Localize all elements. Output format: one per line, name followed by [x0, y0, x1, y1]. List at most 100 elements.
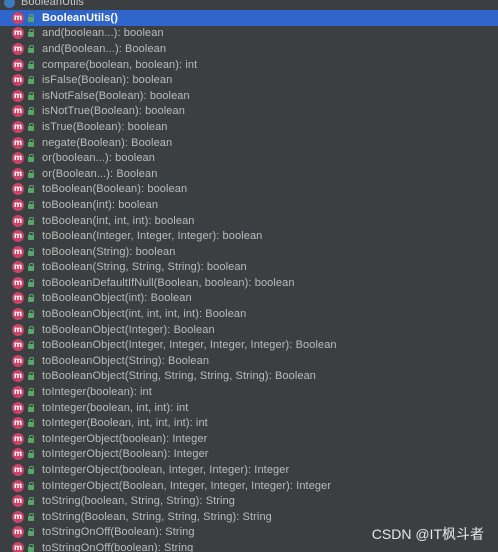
method-icon: m	[12, 323, 24, 336]
member-row[interactable]: m isNotFalse(Boolean): boolean	[0, 88, 498, 104]
member-row[interactable]: m toBooleanDefaultIfNull(Boolean, boolean…	[0, 275, 498, 291]
method-icon: m	[12, 152, 24, 165]
member-row[interactable]: m toBooleanObject(Integer, Integer, Integ…	[0, 337, 498, 353]
member-label: isFalse(Boolean): boolean	[42, 74, 173, 87]
method-icon: m	[12, 198, 24, 211]
method-icon: m	[12, 541, 24, 552]
member-row[interactable]: m toBooleanObject(int): Boolean	[0, 291, 498, 307]
member-list: m BooleanUtils() m and(boolean...): boolean…	[0, 10, 498, 552]
member-label: toBooleanDefaultIfNull(Boolean, boolean)…	[42, 276, 295, 289]
method-icon: m	[12, 230, 24, 243]
member-row[interactable]: m toBooleanObject(String): Boolean	[0, 353, 498, 369]
method-icon: m	[12, 354, 24, 367]
member-label: toBoolean(Boolean): boolean	[42, 183, 188, 196]
member-row[interactable]: m BooleanUtils()	[0, 10, 498, 26]
member-label: isNotTrue(Boolean): boolean	[42, 105, 185, 118]
member-row[interactable]: m toString(boolean, String, String): Stri…	[0, 493, 498, 509]
method-icon: m	[12, 448, 24, 461]
member-label: toIntegerObject(boolean): Integer	[42, 432, 208, 445]
member-row[interactable]: m toBoolean(Boolean): boolean	[0, 182, 498, 198]
member-row[interactable]: m or(Boolean...): Boolean	[0, 166, 498, 182]
member-label: compare(boolean, boolean): int	[42, 58, 198, 71]
method-icon: m	[12, 292, 24, 305]
member-label: BooleanUtils()	[42, 11, 118, 24]
member-row[interactable]: m or(boolean...): boolean	[0, 150, 498, 166]
method-icon: m	[12, 214, 24, 227]
member-label: toBooleanObject(int, int, int, int): Boo…	[42, 308, 247, 321]
method-icon: m	[12, 120, 24, 133]
public-access-icon	[27, 76, 35, 85]
member-label: or(Boolean...): Boolean	[42, 167, 158, 180]
member-row[interactable]: m toBoolean(String): boolean	[0, 244, 498, 260]
member-row[interactable]: m toBoolean(String, String, String): bool…	[0, 260, 498, 276]
class-node-label: BooleanUtils	[21, 0, 84, 8]
member-label: toInteger(boolean, int, int): int	[42, 401, 189, 414]
public-access-icon	[27, 232, 35, 241]
member-row[interactable]: m negate(Boolean): Boolean	[0, 135, 498, 151]
member-row[interactable]: m isTrue(Boolean): boolean	[0, 119, 498, 135]
member-row[interactable]: m compare(boolean, boolean): int	[0, 57, 498, 73]
member-row[interactable]: m toBooleanObject(String, String, String,…	[0, 369, 498, 385]
public-access-icon	[27, 310, 35, 319]
public-access-icon	[27, 356, 35, 365]
member-row[interactable]: m toIntegerObject(boolean, Integer, Integ…	[0, 462, 498, 478]
method-icon: m	[12, 510, 24, 523]
member-label: toBooleanObject(Integer): Boolean	[42, 323, 215, 336]
member-label: toIntegerObject(Boolean, Integer, Intege…	[42, 479, 332, 492]
method-icon: m	[12, 89, 24, 102]
public-access-icon	[27, 60, 35, 69]
member-row[interactable]: m toBoolean(Integer, Integer, Integer): b…	[0, 228, 498, 244]
member-row[interactable]: m toInteger(Boolean, int, int, int): int	[0, 415, 498, 431]
public-access-icon	[27, 91, 35, 100]
public-access-icon	[27, 185, 35, 194]
method-icon: m	[12, 167, 24, 180]
method-icon: m	[12, 58, 24, 71]
member-row[interactable]: m toInteger(boolean): int	[0, 384, 498, 400]
public-access-icon	[27, 372, 35, 381]
member-label: and(Boolean...): Boolean	[42, 42, 167, 55]
member-row[interactable]: m toBoolean(int, int, int): boolean	[0, 213, 498, 229]
member-label: isTrue(Boolean): boolean	[42, 120, 168, 133]
public-access-icon	[27, 325, 35, 334]
public-access-icon	[27, 154, 35, 163]
method-icon: m	[12, 526, 24, 539]
class-node-booleanutils[interactable]: BooleanUtils	[0, 0, 498, 10]
member-row[interactable]: m toInteger(boolean, int, int): int	[0, 400, 498, 416]
member-row[interactable]: m toBooleanObject(Integer): Boolean	[0, 322, 498, 338]
public-access-icon	[27, 216, 35, 225]
public-access-icon	[27, 341, 35, 350]
public-access-icon	[27, 169, 35, 178]
member-row[interactable]: m toBooleanObject(int, int, int, int): Bo…	[0, 306, 498, 322]
method-icon: m	[12, 27, 24, 40]
member-label: toBoolean(String, String, String): boole…	[42, 261, 247, 274]
member-label: toBoolean(int): boolean	[42, 198, 159, 211]
member-row[interactable]: m toBoolean(int): boolean	[0, 197, 498, 213]
member-label: toBoolean(String): boolean	[42, 245, 176, 258]
method-icon: m	[12, 245, 24, 258]
method-icon: m	[12, 105, 24, 118]
public-access-icon	[27, 294, 35, 303]
member-row[interactable]: m isNotTrue(Boolean): boolean	[0, 104, 498, 120]
member-label: and(boolean...): boolean	[42, 27, 164, 40]
member-row[interactable]: m and(boolean...): boolean	[0, 26, 498, 42]
member-label: toInteger(boolean): int	[42, 386, 152, 399]
member-label: toBooleanObject(String, String, String, …	[42, 370, 317, 383]
public-access-icon	[27, 107, 35, 116]
member-label: toIntegerObject(Boolean): Integer	[42, 448, 209, 461]
member-row[interactable]: m toIntegerObject(Boolean, Integer, Integ…	[0, 478, 498, 494]
public-access-icon	[27, 543, 35, 552]
member-label: toBooleanObject(Integer, Integer, Intege…	[42, 339, 337, 352]
member-row[interactable]: m toIntegerObject(Boolean): Integer	[0, 447, 498, 463]
public-access-icon	[27, 481, 35, 490]
member-row[interactable]: m toIntegerObject(boolean): Integer	[0, 431, 498, 447]
public-access-icon	[27, 247, 35, 256]
public-access-icon	[27, 263, 35, 272]
member-row[interactable]: m isFalse(Boolean): boolean	[0, 72, 498, 88]
member-label: toBoolean(int, int, int): boolean	[42, 214, 195, 227]
member-row[interactable]: m toString(Boolean, String, String, Strin…	[0, 509, 498, 525]
member-label: toBoolean(Integer, Integer, Integer): bo…	[42, 230, 263, 243]
method-icon: m	[12, 261, 24, 274]
public-access-icon	[27, 13, 35, 22]
member-label: negate(Boolean): Boolean	[42, 136, 173, 149]
member-row[interactable]: m and(Boolean...): Boolean	[0, 41, 498, 57]
